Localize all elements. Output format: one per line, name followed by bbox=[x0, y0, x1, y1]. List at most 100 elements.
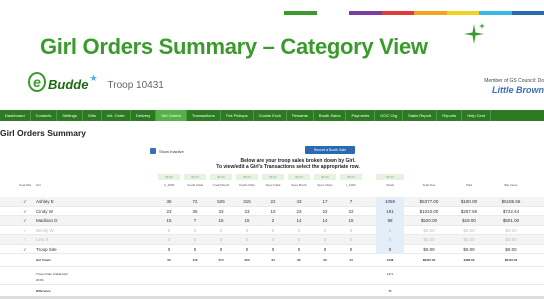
column-header: Spec Initial bbox=[265, 183, 281, 187]
color-stripe bbox=[446, 11, 479, 15]
nav-item-contacts[interactable]: Contacts bbox=[31, 110, 58, 121]
qty-cell: 35 bbox=[192, 208, 198, 214]
qty-cell: 22 bbox=[270, 199, 276, 204]
color-stripe bbox=[414, 11, 447, 15]
nav-item-delivery[interactable]: Delivery bbox=[131, 110, 157, 121]
girl-total-cell: 44 bbox=[349, 258, 353, 262]
logo-e-icon: e bbox=[28, 72, 46, 92]
balance-due: $5186.56 bbox=[501, 199, 521, 204]
nav-item-payments[interactable]: Payments bbox=[346, 110, 376, 121]
girl-total-cell: 116 bbox=[192, 258, 198, 262]
checkbox-icon[interactable] bbox=[150, 148, 156, 154]
qty-cell: 7 bbox=[349, 199, 353, 204]
nav-item-goc-org[interactable]: GOC Org bbox=[375, 110, 404, 121]
intro-line-2: To view/edit a Girl's Transactions selec… bbox=[216, 164, 360, 170]
qty-cell: 0 bbox=[349, 237, 353, 242]
table-row[interactable]: ✓ Cindy W 23 35 33 23 10 23 22 22 191 $1010.00 $287.… bbox=[0, 206, 544, 216]
paid: $180.00 bbox=[460, 199, 478, 204]
table-header: Goal Met Girl C_1000 Credit Initial Credit B… bbox=[0, 182, 544, 197]
troop-order-total: 1471 bbox=[386, 272, 394, 276]
orders-table: $5.00 $5.00 $5.00 $5.00 $5.00 $5.00 $5.00 $5.00… bbox=[0, 173, 544, 298]
nav-item-transactions[interactable]: Transactions bbox=[187, 110, 221, 121]
balance-due: $0.00 bbox=[505, 227, 517, 233]
column-header: Credit Other bbox=[238, 183, 256, 187]
qty-cell: 0 bbox=[349, 246, 353, 252]
table-row[interactable]: ✓ Madison D 15 7 16 15 2 14 14 15 98 $520.00 $19.00 $… bbox=[0, 216, 544, 226]
girl-total-cell: $6410.00 bbox=[504, 258, 518, 262]
table-row[interactable]: ✓ Lexi S 0 0 0 0 0 0 0 0 0 $0.00 $0.00 $0.00 bbox=[0, 235, 544, 245]
color-stripes bbox=[284, 11, 544, 15]
girl-name: Madison D bbox=[36, 218, 58, 223]
qty-cell: 23 bbox=[296, 208, 302, 214]
column-header: I_1000 bbox=[346, 183, 356, 187]
goal-check-icon: ✓ bbox=[23, 227, 27, 233]
qty-cell: 0 bbox=[193, 227, 197, 233]
table-row[interactable]: ✓ Becky W 0 0 0 0 0 0 0 0 0 $0.00 $0.00 $0.00 bbox=[0, 225, 544, 235]
nav-item-init-order[interactable]: Init. Order bbox=[102, 110, 131, 121]
price-cell: $5.00 bbox=[158, 174, 180, 180]
nav-item-rewards[interactable]: Rewards bbox=[287, 110, 314, 121]
row-total: 0 bbox=[376, 244, 404, 254]
color-stripe bbox=[479, 11, 512, 15]
show-inactive-toggle[interactable]: Show Inactive bbox=[150, 148, 184, 154]
price-row: $5.00 $5.00 $5.00 $5.00 $5.00 $5.00 $5.00 $5.00… bbox=[0, 173, 544, 182]
row-total: 1059 bbox=[376, 197, 404, 207]
table-row[interactable]: ✓ Troop Site 0 0 0 0 0 0 0 0 0 $0.00 $0.00 $0.00 bbox=[0, 244, 544, 254]
price-cell: $5.00 bbox=[288, 174, 310, 180]
qty-cell: 0 bbox=[323, 237, 327, 242]
nav-item-tmt-pickups[interactable]: Tmt Pickups bbox=[221, 110, 254, 121]
qty-cell: 0 bbox=[349, 227, 353, 233]
qty-cell: 22 bbox=[322, 208, 328, 214]
total-due: $0.00 bbox=[423, 227, 435, 233]
slide: Girl Orders Summary – Category View e Bu… bbox=[0, 0, 544, 299]
girl-total-cell: 34 bbox=[271, 258, 275, 262]
girl-total-cell: 53 bbox=[323, 258, 327, 262]
nav-item-girl-orders[interactable]: Girl Orders bbox=[156, 110, 187, 121]
price-cell: $5.00 bbox=[184, 174, 206, 180]
qty-cell: 0 bbox=[245, 227, 249, 233]
nav-item-help-cent[interactable]: Help Cent bbox=[462, 110, 492, 121]
price-cell: $5.00 bbox=[210, 174, 232, 180]
qty-cell: 525 bbox=[217, 199, 225, 204]
qty-cell: 0 bbox=[167, 237, 171, 242]
girl-name: Lexi S bbox=[36, 237, 49, 242]
qty-cell: 0 bbox=[219, 227, 223, 233]
price-cell: $5.00 bbox=[262, 174, 284, 180]
girl-total-cell: 80 bbox=[297, 258, 301, 262]
logo-word: Budde bbox=[48, 77, 89, 92]
qty-cell: 0 bbox=[297, 246, 301, 252]
goal-check-icon: ✓ bbox=[23, 218, 27, 223]
girl-name: Ashley E bbox=[36, 199, 54, 204]
nav-item-settings[interactable]: Settings bbox=[57, 110, 83, 121]
qty-cell: 0 bbox=[323, 246, 327, 252]
qty-cell: 14 bbox=[296, 218, 302, 223]
girl-total-cell: 574 bbox=[218, 258, 224, 262]
column-header: Totals bbox=[386, 183, 394, 187]
qty-cell: 14 bbox=[322, 218, 328, 223]
column-header: Bal. Dues bbox=[504, 183, 518, 187]
total-due: $0.00 bbox=[423, 246, 435, 252]
paid: $19.00 bbox=[462, 218, 476, 223]
column-header: Goal Met bbox=[18, 183, 32, 187]
price-cell: $5.00 bbox=[376, 174, 404, 180]
nav-item-sales-report[interactable]: Sales Report bbox=[403, 110, 438, 121]
nav-item-booth-sales[interactable]: Booth Sales bbox=[314, 110, 347, 121]
girl-name: Troop Site bbox=[36, 246, 57, 252]
table-row[interactable]: ✓ Ashley E 36 72 525 315 22 43 17 7 1059 $5377.00 $1… bbox=[0, 197, 544, 207]
color-stripe bbox=[316, 11, 349, 15]
star-icon: ★ bbox=[89, 73, 98, 83]
qty-cell: 0 bbox=[323, 227, 327, 233]
nav-item-cookie-exch[interactable]: Cookie Exch bbox=[254, 110, 288, 121]
qty-cell: 72 bbox=[192, 199, 198, 204]
girl-totals-row: Girl Totals 56 116 574 353 34 80 53 44 1348 $6907.… bbox=[0, 254, 544, 267]
qty-cell: 33 bbox=[218, 208, 224, 214]
troop-order-label: Troop Order (Initial April 2015) bbox=[36, 272, 68, 282]
nav-item-reports[interactable]: Reports bbox=[437, 110, 463, 121]
nav-item-girls[interactable]: Girls bbox=[83, 110, 103, 121]
record-booth-sale-button[interactable]: Record a Booth Sale bbox=[305, 146, 355, 154]
qty-cell: 22 bbox=[348, 208, 354, 214]
balance-due: $0.00 bbox=[505, 246, 517, 252]
nav-item-dashboard[interactable]: Dashboard bbox=[0, 110, 31, 121]
goal-check-icon: ✓ bbox=[23, 199, 27, 204]
troop-order-row: Troop Order (Initial April 2015) 1471 bbox=[0, 267, 544, 285]
